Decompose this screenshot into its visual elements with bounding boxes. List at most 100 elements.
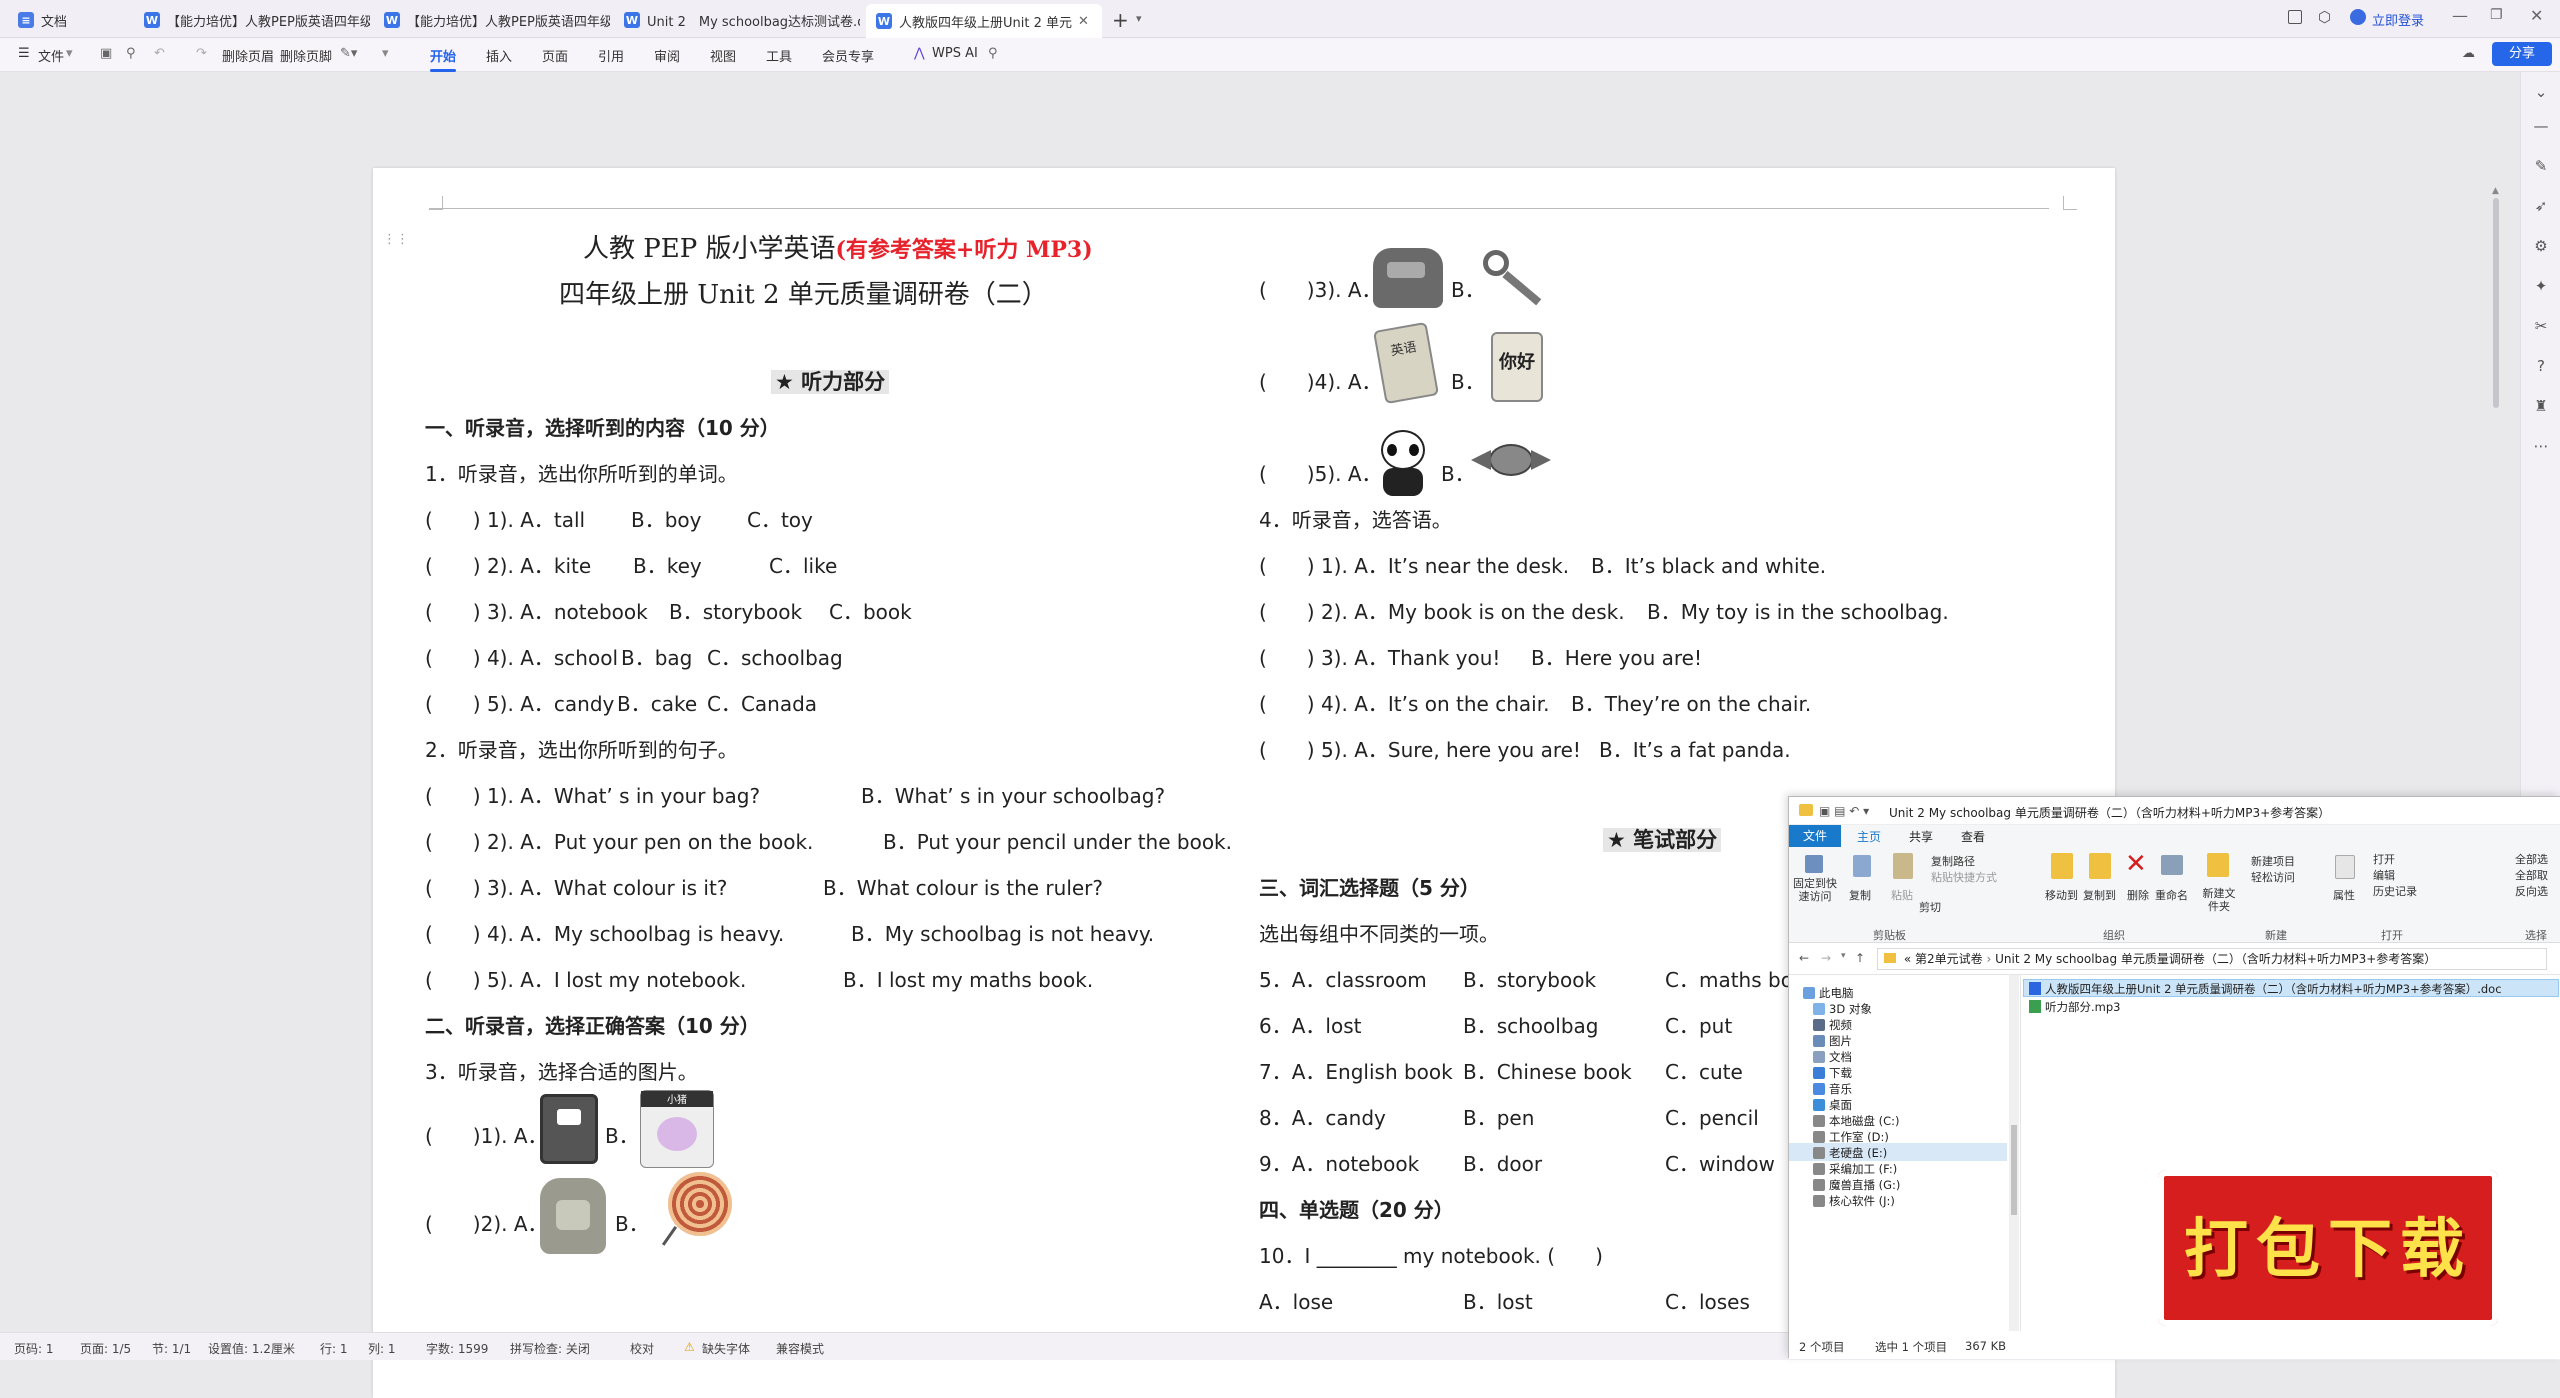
delete-footer-button[interactable]: 删除页脚 bbox=[280, 46, 332, 65]
cloud-icon[interactable]: ☁ bbox=[2462, 46, 2475, 61]
up-icon[interactable]: ↑ bbox=[1855, 951, 1865, 965]
delete-button[interactable]: 删除 bbox=[2127, 887, 2149, 903]
share-button[interactable]: 分享 bbox=[2492, 42, 2552, 66]
copy-to-button[interactable]: 复制到 bbox=[2083, 887, 2116, 903]
select-all-button[interactable]: 全部选 bbox=[2515, 851, 2548, 867]
help-icon[interactable]: ? bbox=[2531, 356, 2551, 376]
nav-drive-e[interactable]: 老硬盘 (E:) bbox=[1829, 1145, 1887, 1161]
explorer-tab-file[interactable]: 文件 bbox=[1789, 825, 1841, 847]
redo-icon[interactable]: ↷ bbox=[196, 46, 207, 61]
easy-access-button[interactable]: 轻松访问 bbox=[2251, 869, 2295, 885]
tab-docs-home[interactable]: ≡ 文档 bbox=[8, 4, 130, 36]
breadcrumb-current[interactable]: Unit 2 My schoolbag 单元质量调研卷（二）（含听力材料+听力M… bbox=[1995, 952, 2436, 966]
status-pages[interactable]: 页面: 1/5 bbox=[80, 1340, 131, 1357]
new-tab-button[interactable]: + bbox=[1112, 8, 1129, 32]
copy-to-icon[interactable] bbox=[2089, 853, 2111, 879]
restore-icon[interactable]: ❐ bbox=[2490, 7, 2503, 23]
copy-icon[interactable] bbox=[1853, 855, 1871, 877]
file-doc[interactable]: 人教版四年级上册Unit 2 单元质量调研卷（二）（含听力材料+听力MP3+参考… bbox=[2045, 981, 2555, 997]
scroll-up-icon[interactable]: ▲ bbox=[2492, 186, 2499, 196]
tab-doc-2[interactable]: W 【能力培优】人教PEP版英语四年级上 bbox=[374, 4, 610, 36]
new-folder-icon[interactable] bbox=[2207, 853, 2229, 877]
wps-ai-button[interactable]: WPS AI bbox=[932, 46, 978, 61]
status-font-missing[interactable]: 缺失字体 bbox=[702, 1340, 750, 1357]
quick-access-icons[interactable]: ▣ ▤ ↶ ▾ bbox=[1819, 804, 1869, 818]
cut-button[interactable]: 剪切 bbox=[1919, 899, 1941, 915]
drag-handle-icon[interactable]: ⋮⋮ bbox=[383, 232, 409, 247]
tab-insert[interactable]: 插入 bbox=[486, 46, 512, 65]
nav-music[interactable]: 音乐 bbox=[1829, 1081, 1852, 1097]
menu-icon[interactable]: ☰ bbox=[18, 46, 30, 61]
delete-icon[interactable]: ✕ bbox=[2125, 849, 2147, 879]
back-icon[interactable]: ← bbox=[1799, 951, 1809, 965]
tab-doc-1[interactable]: W 【能力培优】人教PEP版英语四年级上 bbox=[134, 4, 370, 36]
tab-doc-3[interactable]: W Unit 2 My schoolbag达标测试卷.d bbox=[614, 4, 860, 36]
minus-icon[interactable]: — bbox=[2531, 116, 2551, 136]
chevron-down-icon[interactable]: ▾ bbox=[66, 46, 73, 61]
download-package-badge[interactable]: 打包下载 bbox=[2158, 1170, 2498, 1326]
status-words[interactable]: 字数: 1599 bbox=[426, 1340, 488, 1357]
nav-pictures[interactable]: 图片 bbox=[1829, 1033, 1852, 1049]
forward-icon[interactable]: → bbox=[1821, 951, 1831, 965]
tab-view[interactable]: 视图 bbox=[710, 46, 736, 65]
nav-this-pc[interactable]: 此电脑 bbox=[1819, 985, 1854, 1001]
wps-ai-icon[interactable]: ⋀ bbox=[914, 46, 925, 61]
nav-drive-f[interactable]: 采编加工 (F:) bbox=[1829, 1161, 1897, 1177]
explorer-tab-share[interactable]: 共享 bbox=[1909, 828, 1933, 845]
copy-button[interactable]: 复制 bbox=[1849, 887, 1871, 903]
properties-button[interactable]: 属性 bbox=[2333, 887, 2355, 903]
undo-icon[interactable]: ↶ bbox=[154, 46, 165, 61]
chevron-down-icon[interactable]: ▾ bbox=[382, 46, 389, 61]
find-icon[interactable]: ⚲ bbox=[126, 46, 136, 61]
more-icon[interactable]: ⋯ bbox=[2531, 436, 2551, 456]
save-icon[interactable]: ▣ bbox=[100, 46, 112, 61]
pin-icon[interactable] bbox=[1805, 855, 1823, 873]
tab-reference[interactable]: 引用 bbox=[598, 46, 624, 65]
address-input[interactable]: « 第2单元试卷 › Unit 2 My schoolbag 单元质量调研卷（二… bbox=[1877, 948, 2547, 970]
move-to-icon[interactable] bbox=[2051, 853, 2073, 879]
open-button[interactable]: 打开 bbox=[2373, 851, 2395, 867]
style-icon[interactable]: ✦ bbox=[2531, 276, 2551, 296]
nav-downloads[interactable]: 下载 bbox=[1829, 1065, 1852, 1081]
delete-header-button[interactable]: 删除页眉 bbox=[222, 46, 274, 65]
status-proof[interactable]: 校对 bbox=[630, 1340, 654, 1357]
tab-member[interactable]: 会员专享 bbox=[822, 46, 874, 65]
new-folder-button[interactable]: 新建文件夹 bbox=[2199, 887, 2239, 913]
select-none-button[interactable]: 全部取 bbox=[2515, 867, 2548, 883]
paste-shortcut-button[interactable]: 粘贴快捷方式 bbox=[1931, 869, 1997, 885]
nav-desktop[interactable]: 桌面 bbox=[1829, 1097, 1852, 1113]
cursor-icon[interactable]: ➶ bbox=[2531, 196, 2551, 216]
tab-home[interactable]: 开始 bbox=[430, 46, 457, 72]
file-mp3[interactable]: 听力部分.mp3 bbox=[2045, 999, 2120, 1015]
shirt-icon[interactable]: ♜ bbox=[2531, 396, 2551, 416]
chevron-down-icon[interactable]: ▾ bbox=[1841, 951, 1846, 961]
close-icon[interactable]: ✕ bbox=[1078, 14, 1089, 29]
settings-icon[interactable]: ⚙ bbox=[2531, 236, 2551, 256]
tab-page[interactable]: 页面 bbox=[542, 46, 568, 65]
copy-path-button[interactable]: 复制路径 bbox=[1931, 853, 1975, 869]
paste-icon[interactable] bbox=[1893, 853, 1913, 879]
edit-icon[interactable]: ✎▾ bbox=[340, 46, 357, 61]
properties-icon[interactable] bbox=[2335, 855, 2355, 879]
move-to-button[interactable]: 移动到 bbox=[2045, 887, 2078, 903]
scrollbar-thumb[interactable] bbox=[2493, 198, 2499, 408]
expand-icon[interactable]: ⌄ bbox=[2531, 82, 2551, 102]
breadcrumb-unit2[interactable]: 第2单元试卷 bbox=[1915, 952, 1983, 966]
explorer-tab-view[interactable]: 查看 bbox=[1961, 828, 1985, 845]
rename-button[interactable]: 重命名 bbox=[2155, 887, 2188, 903]
file-menu[interactable]: 文件 bbox=[38, 46, 64, 65]
nav-3d[interactable]: 3D 对象 bbox=[1829, 1001, 1872, 1017]
nav-drive-g[interactable]: 魔兽直播 (G:) bbox=[1829, 1177, 1900, 1193]
pin-button[interactable]: 固定到快速访问 bbox=[1789, 877, 1841, 903]
tools-icon[interactable]: ✂ bbox=[2531, 316, 2551, 336]
status-spell[interactable]: 拼写检查: 关闭 bbox=[510, 1340, 590, 1357]
tab-review[interactable]: 审阅 bbox=[654, 46, 680, 65]
close-window-icon[interactable]: ✕ bbox=[2530, 6, 2543, 25]
explorer-tab-home[interactable]: 主页 bbox=[1857, 828, 1881, 845]
nav-documents[interactable]: 文档 bbox=[1829, 1049, 1852, 1065]
tab-doc-active[interactable]: W 人教版四年级上册Unit 2 单元 ✕ bbox=[866, 4, 1102, 38]
avatar[interactable] bbox=[2350, 9, 2366, 25]
invert-selection-button[interactable]: 反向选 bbox=[2515, 883, 2548, 899]
nav-video[interactable]: 视频 bbox=[1829, 1017, 1852, 1033]
pen-icon[interactable]: ✎ bbox=[2531, 156, 2551, 176]
